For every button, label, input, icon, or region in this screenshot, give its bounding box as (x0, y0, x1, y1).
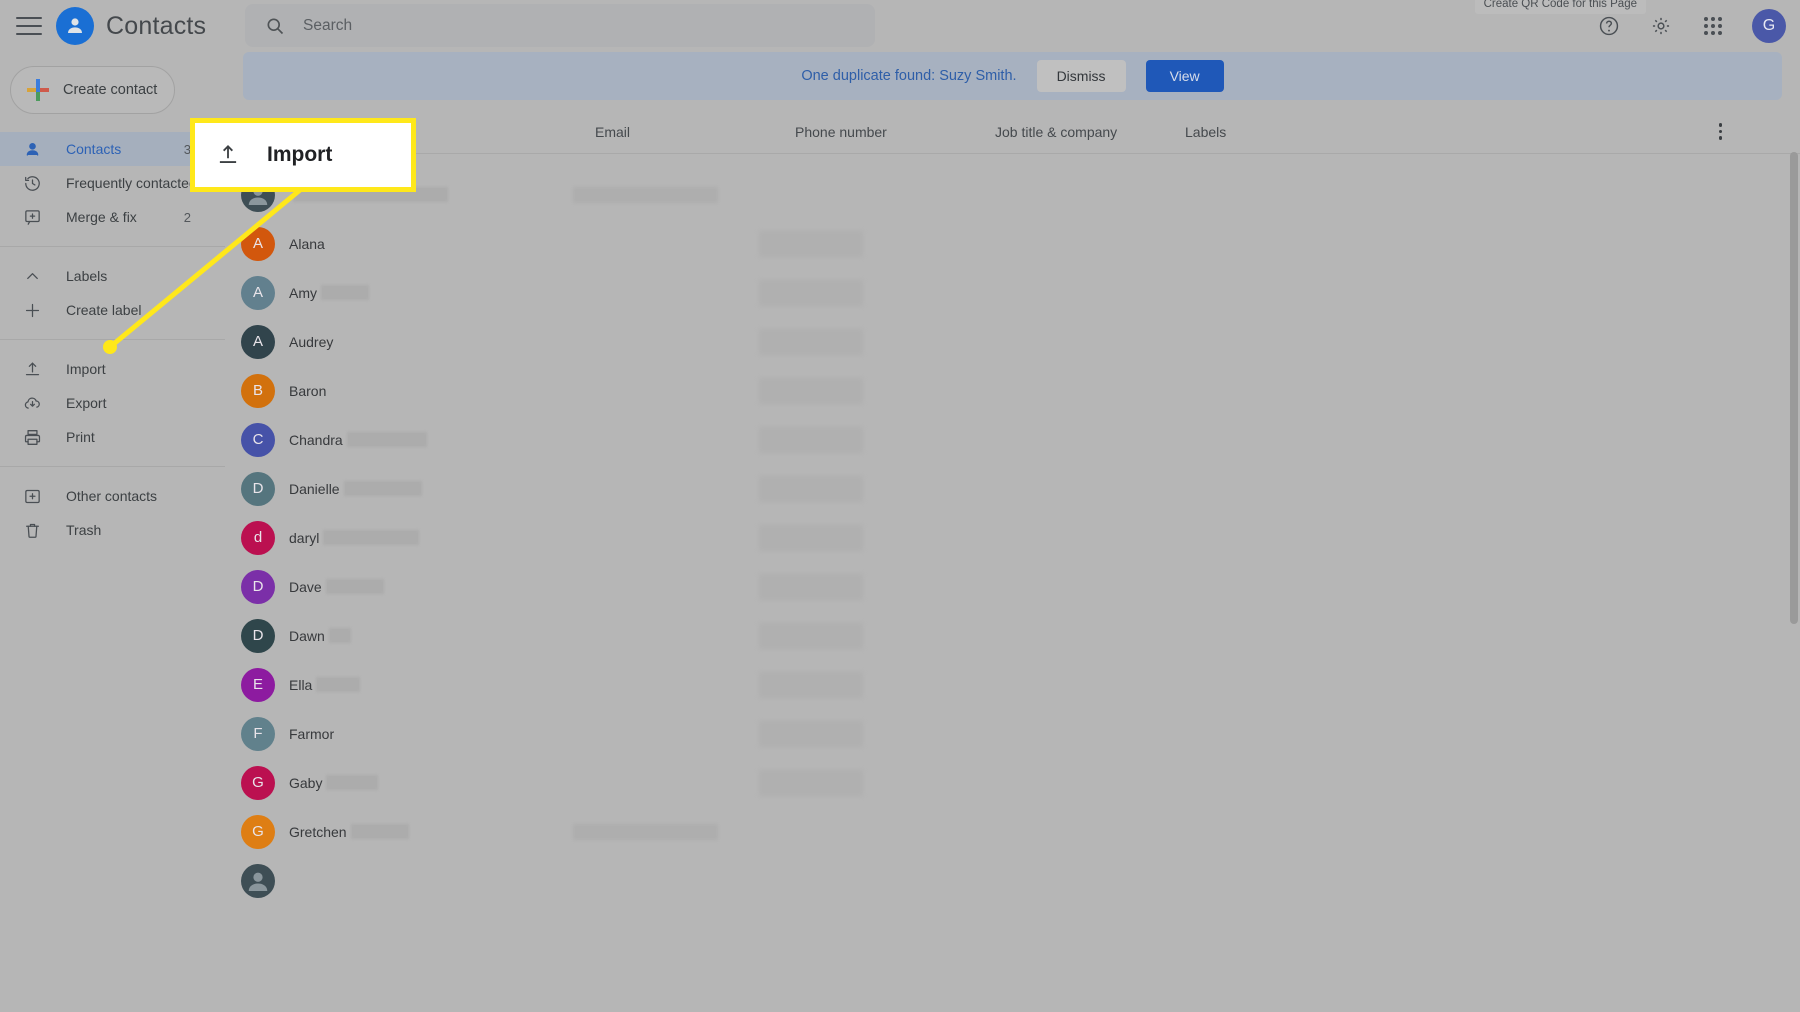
import-callout[interactable]: Import (190, 118, 416, 192)
contacts-app: Contacts Search Create QR Code for this … (0, 0, 1800, 1012)
callout-pointer-dot (103, 340, 117, 354)
callout-label: Import (267, 143, 333, 166)
upload-icon (219, 145, 237, 163)
